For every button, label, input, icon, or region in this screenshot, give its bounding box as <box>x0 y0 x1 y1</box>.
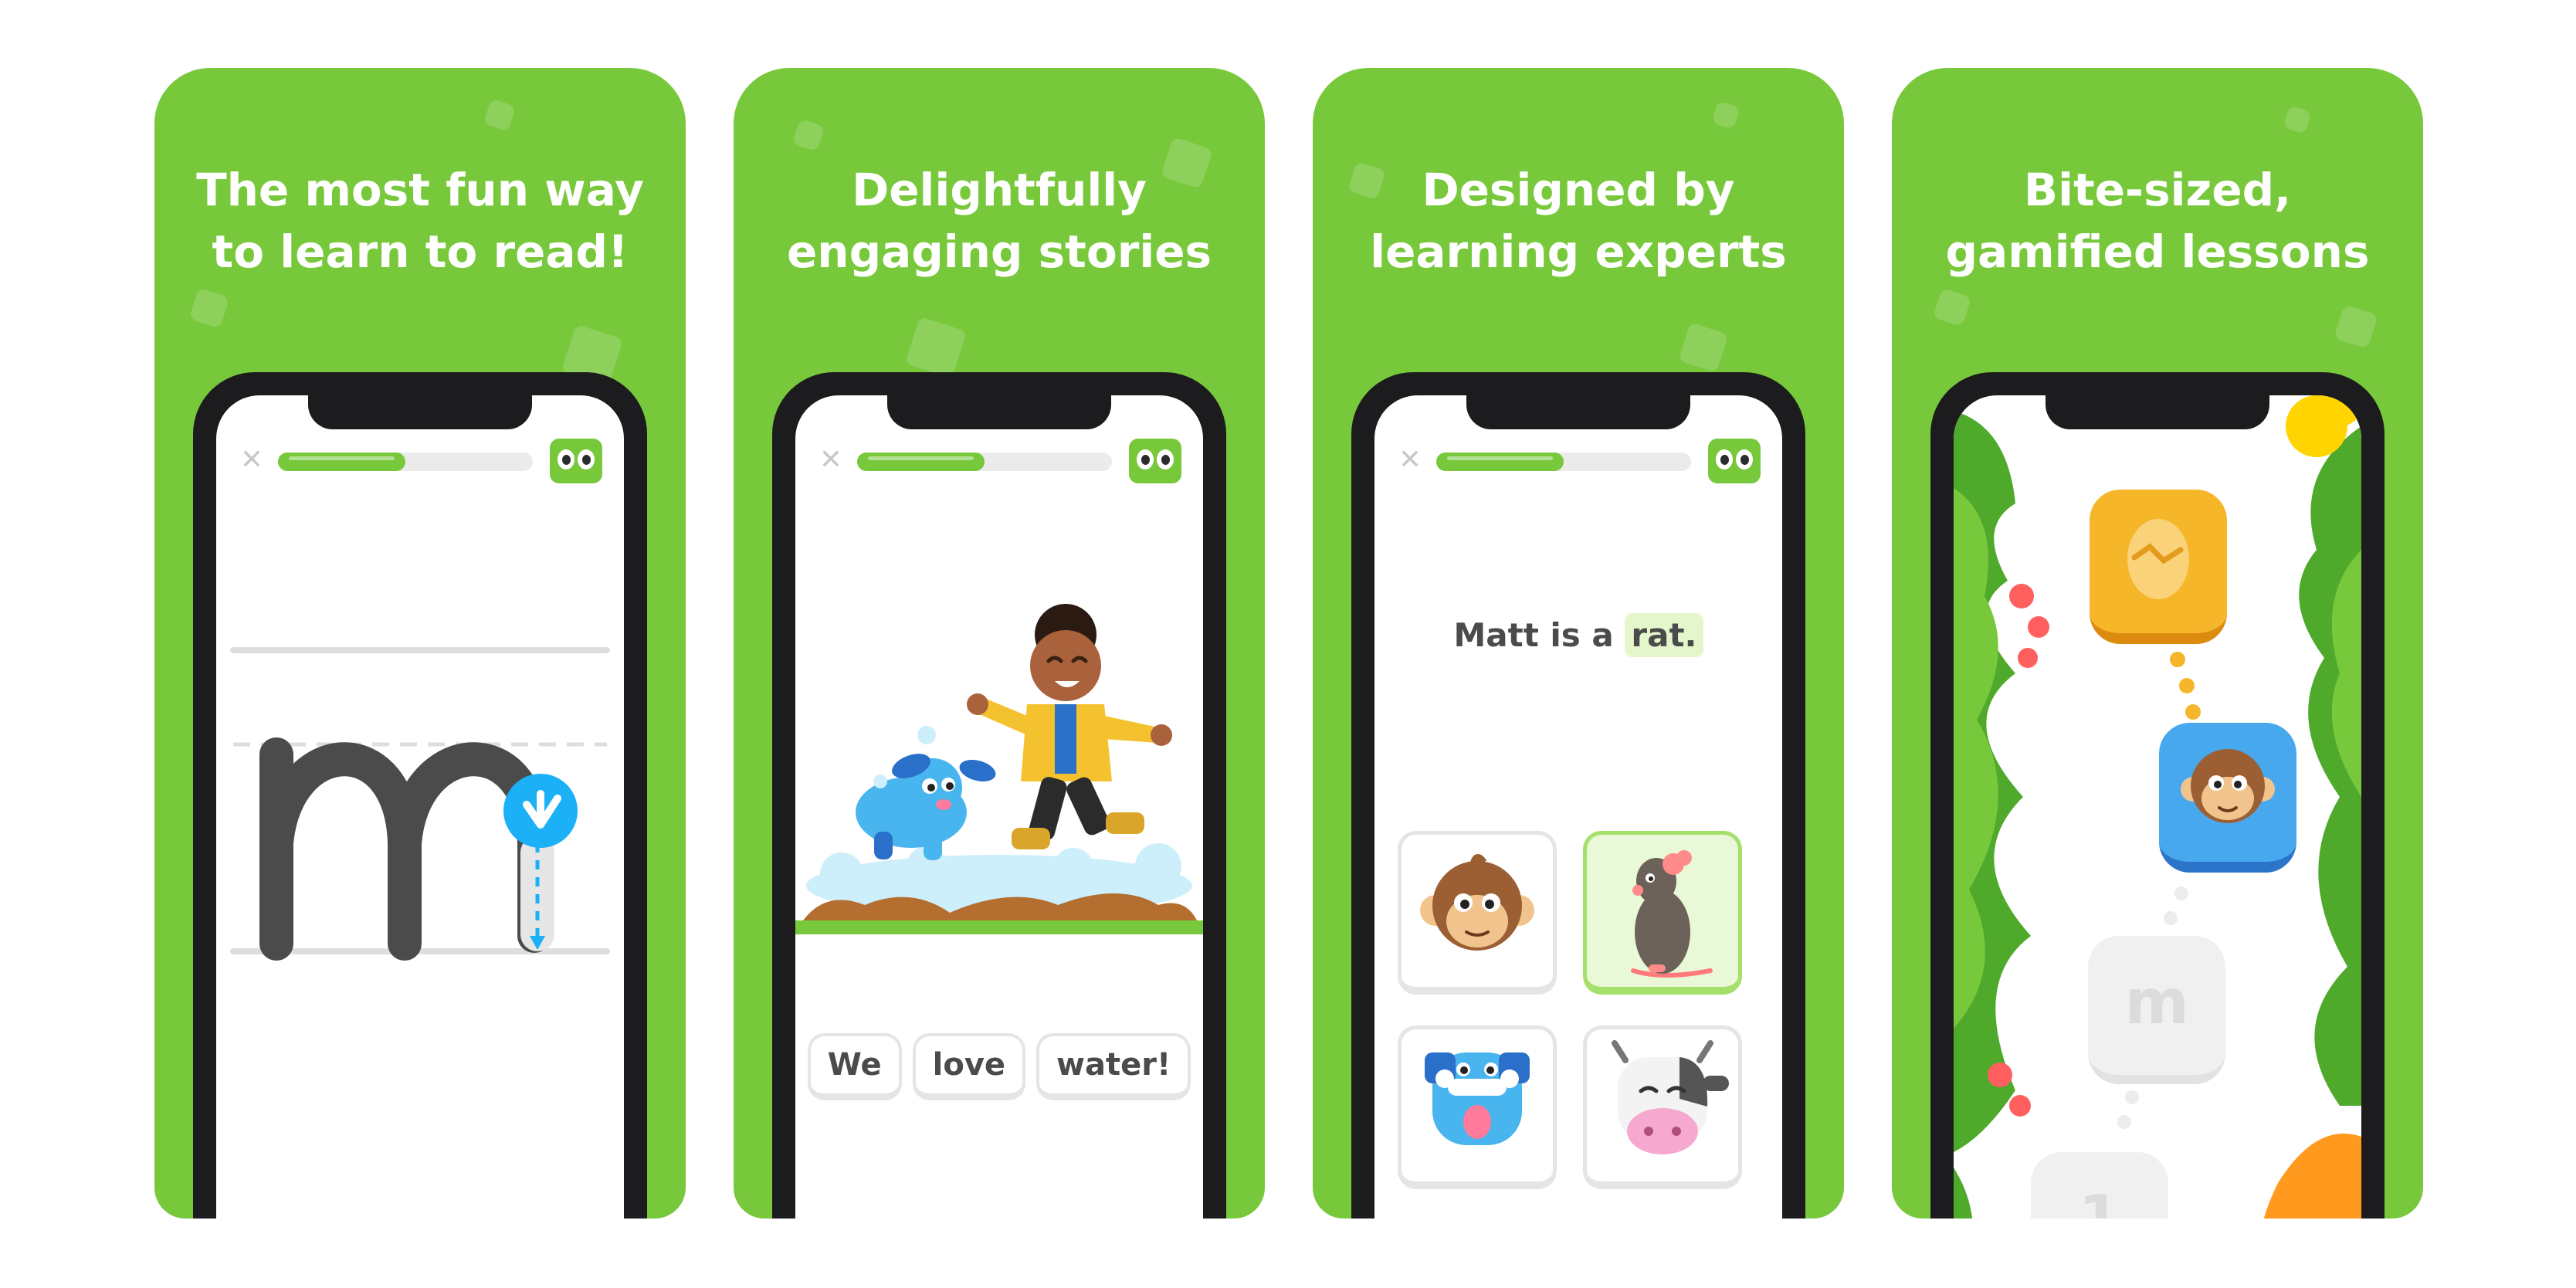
lesson-node-number[interactable]: 1 <box>2031 1152 2168 1219</box>
sentence-text: Matt is a <box>1453 616 1625 654</box>
highlighted-word: rat. <box>1625 613 1703 657</box>
word-tile[interactable]: love <box>912 1033 1026 1100</box>
cow-icon <box>1612 1040 1729 1154</box>
monkey-icon <box>2181 749 2275 823</box>
lesson-number: 1 <box>2078 1182 2121 1219</box>
panel-learning-experts: Designed by learning experts ✕ Matt is a… <box>1313 68 1844 1219</box>
duo-owl-icon <box>1129 439 1181 483</box>
duo-owl-icon <box>1708 439 1761 483</box>
phone-screen: ✕ <box>795 395 1203 1219</box>
word-tile[interactable]: water! <box>1036 1033 1191 1100</box>
monkey-icon <box>1420 854 1534 951</box>
monkey-lesson-node[interactable] <box>2159 723 2296 873</box>
duo-owl-icon <box>550 439 602 483</box>
lesson-node-m[interactable]: m <box>2088 936 2225 1084</box>
word-tile[interactable]: We <box>807 1033 902 1100</box>
question-sentence: Matt is a rat. <box>1374 613 1782 657</box>
lesson-topbar: ✕ <box>238 439 602 483</box>
letter-m-glyph <box>259 737 551 961</box>
phone-frame: ✕ Matt is a rat. <box>1351 372 1805 1219</box>
close-icon[interactable]: ✕ <box>1396 446 1424 474</box>
panel-gamified-lessons: Bite-sized, gamified lessons m 1 <box>1892 68 2423 1219</box>
phone-screen: ✕ <box>216 395 624 1219</box>
progress-bar <box>278 452 533 471</box>
panel-engaging-stories: Delightfully engaging stories ✕ We love … <box>734 68 1265 1219</box>
answer-option-monkey[interactable] <box>1398 831 1557 995</box>
phone-screen: ✕ Matt is a rat. <box>1374 395 1782 1219</box>
path-dots <box>2164 886 2188 925</box>
path-dots <box>2170 652 2201 720</box>
panel-headline: Designed by learning experts <box>1370 164 1787 278</box>
phone-frame: ✕ <box>193 372 647 1219</box>
answer-option-rat[interactable] <box>1583 831 1742 995</box>
rat-icon <box>1631 850 1713 978</box>
panel-learn-to-read: The most fun way to learn to read! ✕ <box>154 68 686 1219</box>
lesson-topbar: ✕ <box>1396 439 1761 483</box>
letter-tracing-area[interactable] <box>216 627 624 1219</box>
boy-character <box>967 604 1172 849</box>
lesson-letter: m <box>2124 966 2189 1038</box>
word-bank: We love water! <box>795 1033 1203 1100</box>
progress-bar <box>1436 452 1691 471</box>
panel-headline: Delightfully engaging stories <box>786 164 1212 278</box>
panel-headline: Bite-sized, gamified lessons <box>1945 164 2370 278</box>
close-icon[interactable]: ✕ <box>817 446 845 474</box>
phone-frame: ✕ <box>772 372 1226 1219</box>
close-icon[interactable]: ✕ <box>238 446 266 474</box>
panel-headline: The most fun way to learn to read! <box>196 164 644 278</box>
story-illustration <box>795 604 1203 934</box>
egg-icon[interactable] <box>2090 490 2227 644</box>
lesson-topbar: ✕ <box>817 439 1181 483</box>
progress-bar <box>857 452 1112 471</box>
dog-character <box>856 754 996 860</box>
answer-option-dog[interactable] <box>1398 1025 1557 1189</box>
answer-option-cow[interactable] <box>1583 1025 1742 1189</box>
dog-icon <box>1425 1052 1530 1145</box>
path-dots <box>2117 1090 2139 1129</box>
phone-frame: m 1 <box>1930 372 2384 1219</box>
phone-screen: m 1 <box>1954 395 2361 1219</box>
